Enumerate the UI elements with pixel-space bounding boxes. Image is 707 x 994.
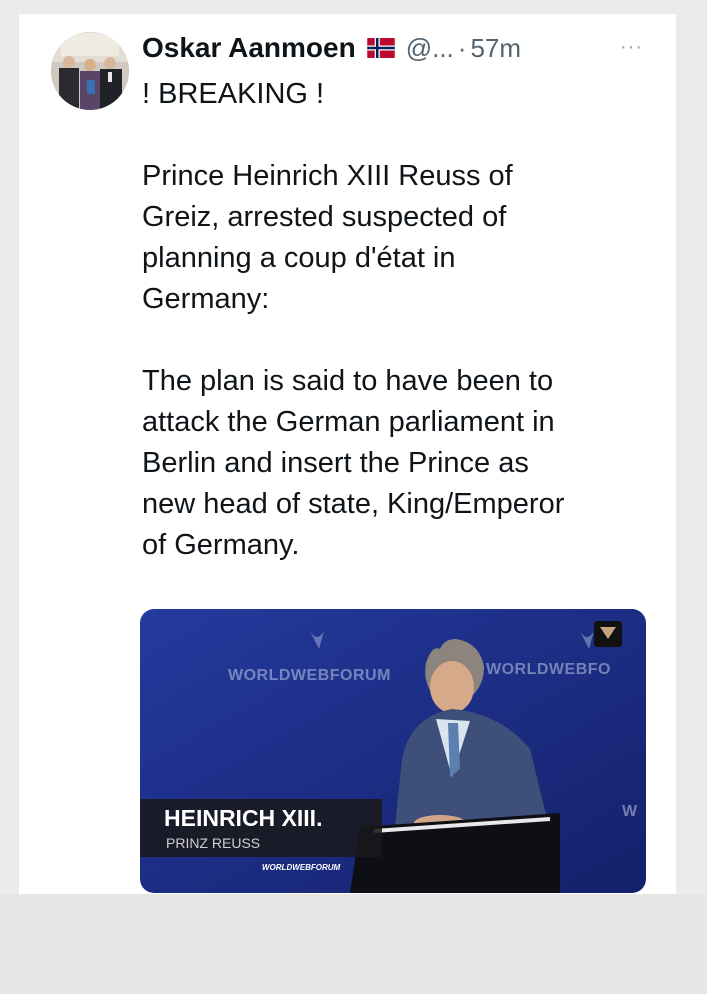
caption-subtitle: PRINZ REUSS [166, 835, 261, 851]
avatar-photo [51, 32, 129, 110]
lower-third-caption: HEINRICH XIII. PRINZ REUSS [140, 799, 382, 857]
backdrop-logo-edge: W [622, 803, 638, 820]
tweet-header: Oskar Aanmoen @... · 57m [142, 30, 521, 66]
backdrop-logo-left: WORLDWEBFORUM [228, 667, 391, 684]
author-handle[interactable]: @... [406, 33, 454, 64]
author-name[interactable]: Oskar Aanmoen [142, 32, 356, 64]
more-options-icon[interactable]: ··· [620, 36, 643, 59]
timestamp[interactable]: 57m [470, 33, 521, 64]
tweet-video-media[interactable]: WORLDWEBFORUM WORLDWEBFO W HEINRICH XIII… [140, 609, 646, 893]
podium-brand-label: WORLDWEBFORUM [262, 863, 341, 872]
tweet-text: ! BREAKING ! Prince Heinrich XIII Reuss … [142, 78, 565, 561]
caption-title: HEINRICH XIII. [164, 805, 323, 831]
avatar[interactable] [51, 32, 129, 110]
bottom-spacer [0, 894, 707, 994]
backdrop-logo-right: WORLDWEBFO [486, 661, 611, 678]
separator-dot: · [457, 32, 467, 63]
norway-flag-icon [366, 38, 395, 58]
